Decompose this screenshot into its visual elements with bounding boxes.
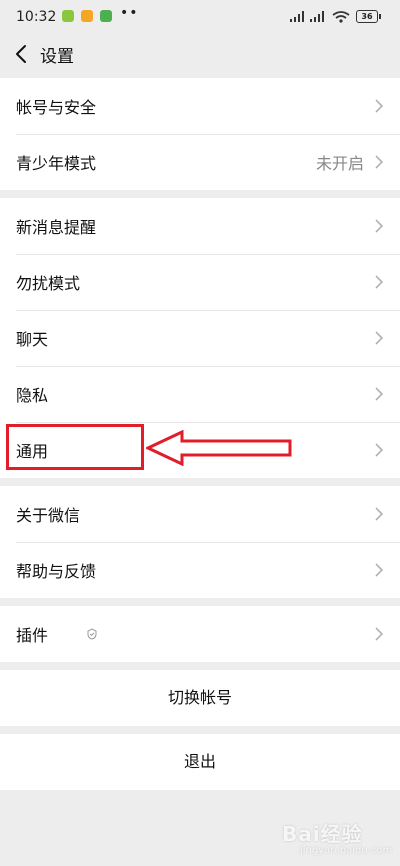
chevron-right-icon — [375, 443, 384, 457]
signal-icon — [290, 11, 304, 22]
signal-icon-2 — [310, 11, 324, 22]
settings-item-label: 关于微信 — [16, 506, 81, 525]
app-notification-icon — [100, 10, 112, 22]
settings-item-label: 帐号与安全 — [16, 98, 97, 117]
settings-section-about: 关于微信 帮助与反馈 — [0, 486, 400, 598]
chevron-right-icon — [375, 507, 384, 521]
chevron-right-icon — [375, 387, 384, 401]
watermark-url: jingyan.baidu.com — [300, 845, 393, 856]
chevron-right-icon — [375, 99, 384, 113]
chevron-right-icon — [375, 275, 384, 289]
settings-item-label: 隐私 — [16, 386, 49, 405]
settings-item-notifications[interactable]: 新消息提醒 — [0, 198, 400, 254]
logout-button[interactable]: 退出 — [0, 734, 400, 790]
status-time: 10:32 — [16, 9, 57, 25]
settings-item-plugins[interactable]: 插件 — [0, 606, 400, 662]
chevron-right-icon — [375, 331, 384, 345]
battery-icon: 36 — [356, 10, 381, 23]
settings-item-help-feedback[interactable]: 帮助与反馈 — [0, 542, 400, 598]
wifi-icon — [332, 11, 350, 23]
switch-account-button[interactable]: 切换帐号 — [0, 670, 400, 726]
settings-item-label: 勿扰模式 — [16, 274, 81, 293]
message-notification-icon — [81, 10, 93, 22]
chevron-right-icon — [375, 627, 384, 641]
settings-item-label: 通用 — [16, 442, 49, 461]
header: 设置 — [0, 30, 400, 78]
chevron-right-icon — [375, 155, 384, 169]
settings-item-general[interactable]: 通用 — [0, 422, 400, 478]
shield-badge-icon — [87, 628, 97, 640]
watermark-logo-text: Bai经验 — [282, 822, 363, 846]
download-notification-icon — [62, 10, 74, 22]
settings-item-do-not-disturb[interactable]: 勿扰模式 — [0, 254, 400, 310]
settings-section-preferences: 新消息提醒 勿扰模式 聊天 隐私 通用 — [0, 198, 400, 478]
settings-item-label: 聊天 — [16, 330, 49, 349]
settings-item-teen-mode[interactable]: 青少年模式 未开启 — [0, 134, 400, 190]
settings-item-account-security[interactable]: 帐号与安全 — [0, 78, 400, 134]
settings-item-label: 青少年模式 — [16, 154, 97, 173]
settings-item-about-wechat[interactable]: 关于微信 — [0, 486, 400, 542]
settings-item-chat[interactable]: 聊天 — [0, 310, 400, 366]
more-notifications-indicator: •• — [120, 5, 139, 21]
chevron-right-icon — [375, 219, 384, 233]
page-title: 设置 — [40, 47, 74, 67]
baidu-jingyan-watermark: Bai经验 jingyan.baidu.com — [282, 818, 392, 860]
settings-section-plugins: 插件 — [0, 606, 400, 662]
settings-item-privacy[interactable]: 隐私 — [0, 366, 400, 422]
teen-mode-status: 未开启 — [315, 154, 364, 173]
status-bar: 10:32 •• 36 — [0, 0, 400, 30]
settings-item-label: 插件 — [16, 626, 49, 645]
settings-item-label: 新消息提醒 — [16, 218, 97, 237]
settings-section-account: 帐号与安全 青少年模式 未开启 — [0, 78, 400, 190]
back-arrow-icon[interactable] — [12, 42, 32, 66]
chevron-right-icon — [375, 563, 384, 577]
settings-item-label: 帮助与反馈 — [16, 562, 97, 581]
